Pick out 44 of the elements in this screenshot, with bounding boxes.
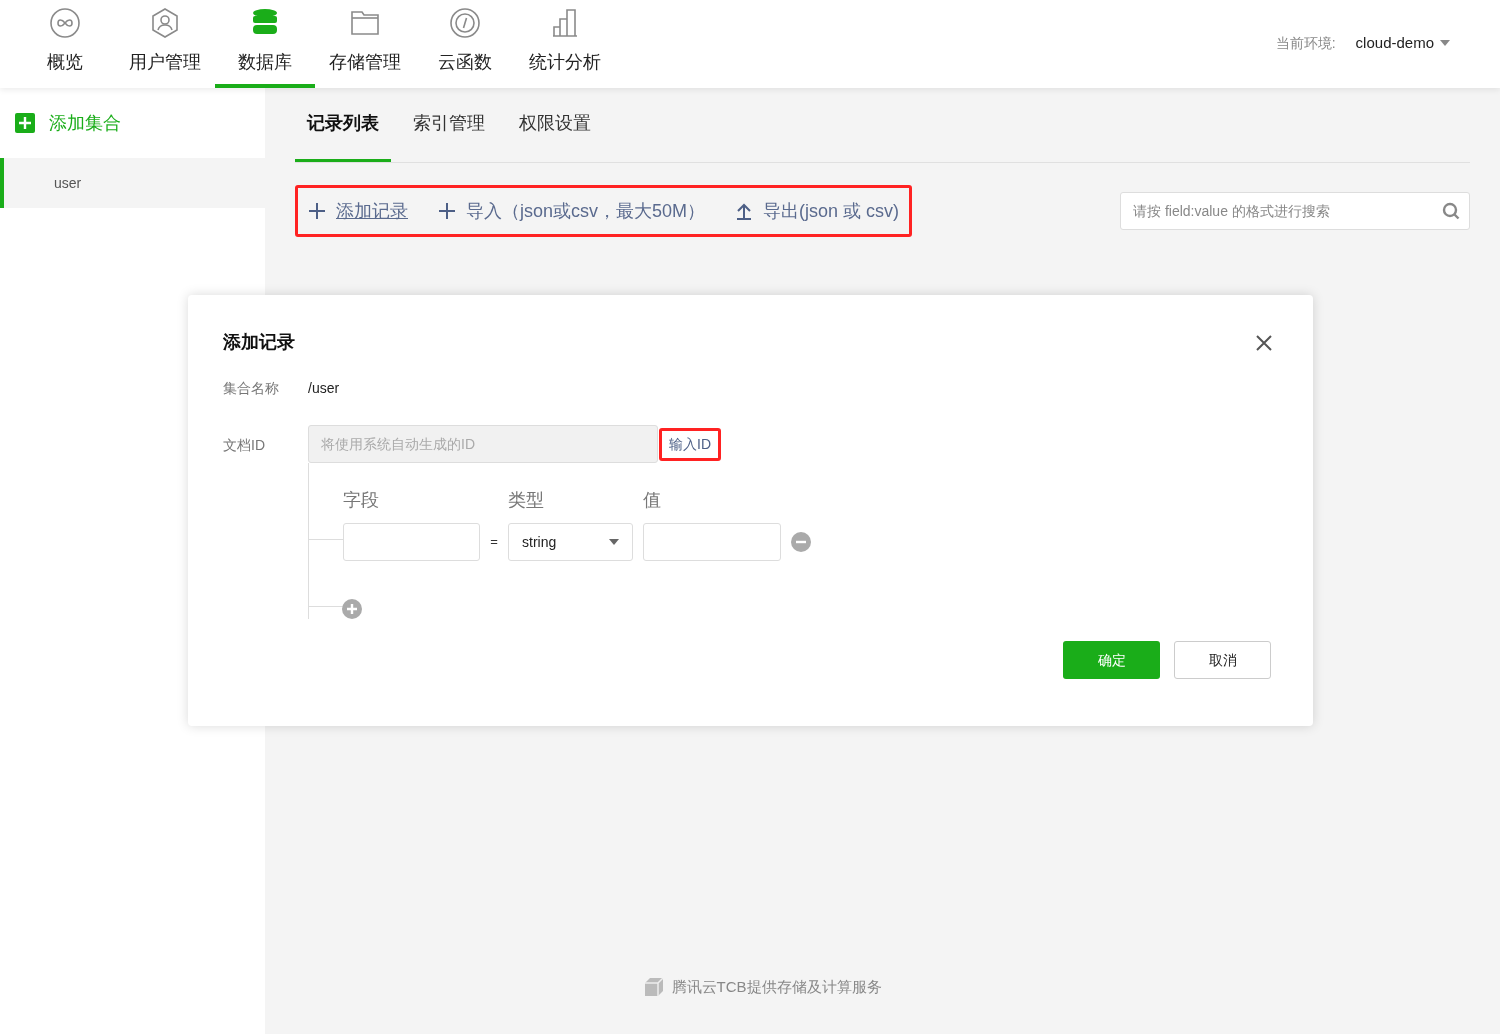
caret-icon: [609, 539, 619, 545]
tab[interactable]: 记录列表: [295, 88, 391, 162]
nav-tab[interactable]: 云函数: [415, 0, 515, 88]
field-label: 集合名称: [223, 379, 280, 398]
plus-icon: [438, 202, 456, 220]
close-icon: [1256, 334, 1272, 351]
cancel-button[interactable]: 取消: [1174, 641, 1271, 679]
toolbar-link[interactable]: 导入（json或csv，最大50M）: [466, 197, 706, 225]
value-input[interactable]: [643, 523, 781, 561]
user-icon: [149, 7, 181, 39]
plus-icon: [308, 202, 326, 220]
column-header: 类型: [508, 489, 545, 512]
close-button[interactable]: [1256, 334, 1272, 351]
collection-name: /user: [308, 379, 340, 398]
tab[interactable]: 索引管理: [401, 88, 497, 162]
field-label: 文档ID: [223, 436, 266, 455]
search-field[interactable]: 请按 field:value 的格式进行搜索: [1120, 192, 1470, 230]
environment-label: 当前环境:: [1275, 33, 1336, 53]
footer-text: 腾讯云TCB提供存储及计算服务: [671, 976, 882, 997]
nav-tab[interactable]: 存储管理: [315, 0, 415, 88]
dialog-title: 添加记录: [223, 331, 295, 354]
tab[interactable]: 权限设置: [507, 88, 603, 162]
field-name-input[interactable]: [343, 523, 480, 561]
equals-sign: =: [489, 533, 499, 552]
code-icon: [449, 7, 481, 39]
toolbar-link[interactable]: 导出(json 或 csv): [763, 197, 900, 225]
upload-icon: [735, 202, 754, 220]
type-select[interactable]: string: [508, 523, 633, 561]
nav-tab[interactable]: 概览: [15, 0, 115, 88]
environment-dropdown[interactable]: cloud-demo: [1355, 32, 1450, 55]
plus-square-icon: [15, 113, 35, 133]
cube-logo-icon: [643, 976, 664, 997]
column-header: 字段: [343, 489, 380, 512]
collection-item[interactable]: user: [0, 158, 265, 208]
column-header: 值: [643, 489, 661, 512]
toolbar-link[interactable]: 添加记录: [336, 197, 408, 225]
add-icon[interactable]: [342, 599, 362, 619]
search-icon[interactable]: [1442, 202, 1460, 220]
nav-tab[interactable]: 用户管理: [115, 0, 215, 88]
remove-icon[interactable]: [791, 532, 811, 552]
infinity-icon: [49, 7, 81, 39]
nav-tab[interactable]: 统计分析: [515, 0, 615, 88]
caret-icon: [1440, 40, 1450, 47]
enter-id-link[interactable]: 输入ID: [659, 427, 721, 461]
